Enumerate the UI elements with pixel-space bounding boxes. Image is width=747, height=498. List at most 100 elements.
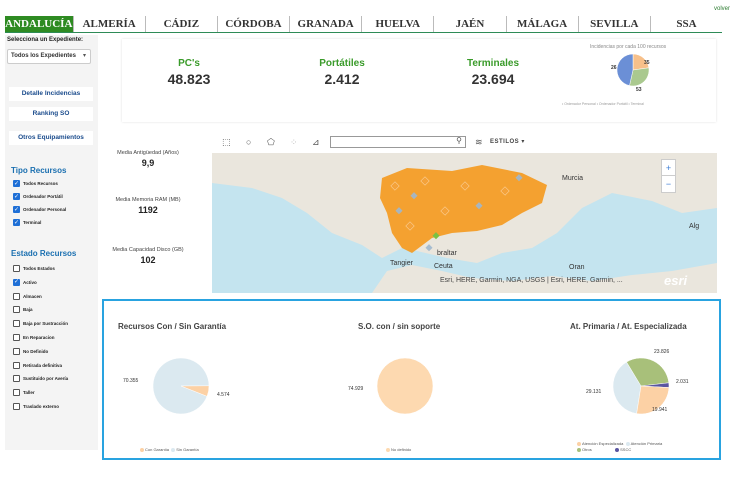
chevron-down-icon: ▾ [82, 53, 86, 59]
otros-equipamientos-button[interactable]: Otros Equipamientos [9, 131, 93, 145]
zoom-in-button[interactable]: + [662, 160, 675, 176]
tab-cadiz[interactable]: CÁDIZ [146, 16, 218, 32]
estado-checkbox-row[interactable]: Traslado externo [13, 403, 59, 410]
checkbox[interactable] [13, 265, 20, 272]
metric-antiguedad-label: Media Antigüedad (Años) [117, 150, 179, 156]
select-point-icon[interactable]: ⁘ [290, 137, 298, 148]
legend-no-definido: No definido [391, 447, 412, 452]
estado-checkbox-row[interactable]: ✓ Activo [13, 278, 37, 286]
tab-huelva[interactable]: HUELVA [362, 16, 435, 32]
metric-antiguedad-value: 9,9 [141, 158, 155, 168]
checkbox[interactable]: ✓ [13, 219, 20, 226]
layers-icon[interactable]: ≋ [475, 137, 483, 148]
pie-slice-no-definido[interactable] [376, 357, 434, 415]
search-icon[interactable]: ⚲ [456, 136, 462, 145]
metric-disco: Media Capacidad Disco (GB) 102 [112, 247, 184, 265]
checkbox[interactable]: ✓ [13, 278, 20, 286]
kpi-pcs-label: PC's [178, 58, 200, 69]
select-circle-icon[interactable]: ○ [246, 137, 251, 147]
estado-checkbox-row[interactable]: Retirada definitiva [13, 361, 62, 369]
estado-checkbox-row[interactable]: Almacen [13, 292, 42, 300]
pie-slice-terminal[interactable] [616, 53, 634, 86]
checkbox[interactable] [13, 347, 20, 355]
checkbox[interactable] [13, 361, 20, 369]
estado-checkbox-row[interactable]: En Reparacion [13, 334, 55, 341]
kpi-terminales-label: Terminales [466, 58, 520, 69]
kpi-portatiles: Portátiles 2.412 [287, 58, 397, 87]
checkbox[interactable] [13, 334, 20, 341]
checkbox[interactable]: ✓ [13, 193, 20, 200]
kpi-terminales-value: 23.694 [471, 71, 515, 87]
kpi-pcs: PC's 48.823 [134, 58, 244, 87]
estado-recursos-heading: Estado Recursos [11, 249, 77, 258]
metric-disco-label: Media Capacidad Disco (GB) [112, 247, 184, 253]
estado-checkbox-row[interactable]: Todos Estados [13, 265, 55, 272]
estado-checkbox-row[interactable]: Baja por Sustracción [13, 320, 68, 328]
checkbox[interactable] [13, 306, 20, 314]
checkbox[interactable] [13, 375, 20, 383]
checkbox[interactable] [13, 320, 20, 328]
kpi-terminales: Terminales 23.694 [438, 58, 548, 87]
metric-ram: Media Memoria RAM (MB) 1192 [112, 197, 184, 215]
legend-con-garantia: Con Garantía [145, 447, 170, 452]
primaria-value-especializada: 19.941 [652, 407, 668, 413]
primaria-title: At. Primaria / At. Especializada [570, 322, 687, 331]
legend-swatch [140, 447, 144, 452]
checkbox[interactable]: ✓ [13, 180, 20, 187]
estado-checkbox-row[interactable]: Sustituido por Avería [13, 375, 69, 383]
tab-cordoba[interactable]: CÓRDOBA [218, 16, 291, 32]
garantia-value-con: 4.574 [217, 392, 230, 398]
province-tabs: ANDALUCÍA ALMERÍA CÁDIZ CÓRDOBA GRANADA … [5, 16, 722, 33]
legend-swatch [386, 447, 390, 452]
primaria-value-otros: 23.826 [654, 349, 670, 355]
map-basemap [212, 153, 717, 293]
incidencias-value-portatil: 35 [644, 60, 650, 66]
tipo-checkbox-row[interactable]: ✓ Ordenador Portátil [13, 193, 63, 200]
estado-checkbox-row[interactable]: No Definido [13, 347, 48, 355]
measure-icon[interactable]: ⊿ [312, 137, 320, 148]
tab-sevilla[interactable]: SEVILLA [579, 16, 651, 32]
estado-checkbox-label: Taller [23, 390, 35, 396]
ranking-so-button[interactable]: Ranking SO [9, 107, 93, 121]
zoom-out-button[interactable]: − [662, 176, 675, 192]
map-search-input[interactable]: ⚲ [330, 136, 466, 148]
charts-panel: Recursos Con / Sin Garantía S.O. con / s… [102, 299, 721, 460]
checkbox[interactable] [13, 292, 20, 300]
soporte-pie [376, 357, 434, 415]
tab-almeria[interactable]: ALMERÍA [74, 16, 146, 32]
tab-jaen[interactable]: JAÉN [434, 16, 507, 32]
esri-logo: esri [664, 273, 688, 288]
garantia-legend: Con Garantía Sin Garantía [140, 447, 199, 452]
select-rectangle-icon[interactable]: ⬚ [222, 137, 231, 148]
estado-checkbox-row[interactable]: Baja [13, 306, 33, 314]
soporte-value: 74.929 [348, 386, 364, 392]
tab-granada[interactable]: GRANADA [290, 16, 363, 32]
chevron-down-icon: ▾ [521, 139, 525, 145]
tipo-checkbox-row[interactable]: ✓ Terminal [13, 219, 41, 226]
back-link[interactable]: volver [714, 6, 730, 12]
kpi-portatiles-value: 2.412 [324, 71, 360, 87]
zoom-control: + − [661, 159, 676, 193]
estado-checkbox-row[interactable]: Taller [13, 389, 35, 397]
map-styles-dropdown[interactable]: ESTILOS ▾ [490, 138, 525, 145]
tab-malaga[interactable]: MÁLAGA [507, 16, 579, 32]
checkbox[interactable] [13, 389, 20, 397]
tab-andalucia[interactable]: ANDALUCÍA [5, 16, 74, 32]
legend-swatch [625, 441, 630, 446]
detalle-incidencias-button[interactable]: Detalle Incidencias [9, 87, 93, 101]
estado-checkbox-label: Sustituido por Avería [23, 376, 69, 382]
tipo-checkbox-label: Terminal [23, 220, 42, 225]
resource-map[interactable]: Murcia Tangier Ceuta Oran Alg braltar ⬚ … [212, 133, 717, 293]
checkbox[interactable] [13, 403, 20, 410]
estado-checkbox-label: Baja [23, 307, 33, 313]
select-polygon-icon[interactable]: ⬠ [267, 137, 275, 148]
estado-checkbox-label: Almacen [23, 293, 42, 299]
tab-ssa[interactable]: SSA [651, 16, 722, 32]
tipo-checkbox-row[interactable]: ✓ Ordenador Personal [13, 206, 66, 213]
map-styles-label: ESTILOS [490, 139, 520, 145]
map-place-tangier: Tangier [390, 260, 413, 267]
incidencias-title: Incidencias por cada 100 recursos [590, 44, 667, 50]
tipo-checkbox-row[interactable]: ✓ Todos Recursos [13, 180, 58, 187]
checkbox[interactable]: ✓ [13, 206, 20, 213]
expediente-select[interactable]: Todos los Expedientes ▾ [7, 49, 91, 64]
